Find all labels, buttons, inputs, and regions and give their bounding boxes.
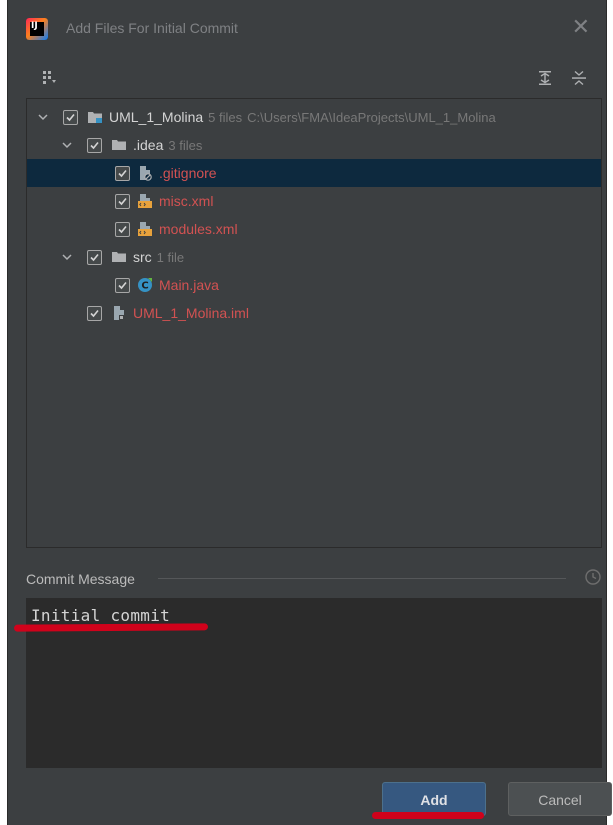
gitignore-label: .gitignore: [159, 165, 217, 181]
gitignore-file-icon: [140, 166, 152, 181]
iml-label: UML_1_Molina.iml: [133, 305, 249, 321]
cancel-button[interactable]: Cancel: [508, 782, 612, 816]
misc-xml-label: misc.xml: [159, 193, 214, 209]
dialog-title: Add Files For Initial Commit: [66, 20, 238, 36]
iml-checkbox[interactable]: [87, 306, 102, 321]
tree-row-modules-xml[interactable]: modules.xml: [27, 215, 601, 243]
chevron-down-icon[interactable]: [61, 139, 73, 151]
root-path: C:\Users\FMA\IdeaProjects\UML_1_Molina: [247, 110, 496, 125]
expand-all-icon[interactable]: [536, 69, 554, 87]
changes-tree[interactable]: UML_1_Molina 5 files C:\Users\FMA\IdeaProj…: [26, 98, 602, 548]
src-checkbox[interactable]: [87, 250, 102, 265]
main-java-checkbox[interactable]: [115, 278, 130, 293]
tree-toolbar: [8, 66, 606, 94]
close-icon[interactable]: ✕: [572, 14, 590, 40]
root-checkbox[interactable]: [63, 110, 78, 125]
intellij-idea-icon: IJ: [26, 18, 48, 40]
project-folder-icon: [88, 112, 102, 123]
root-file-count: 5 files: [208, 110, 243, 125]
title-bar: IJ Add Files For Initial Commit ✕: [8, 0, 606, 60]
svg-text:C: C: [141, 281, 148, 292]
src-file-count: 1 file: [156, 250, 185, 265]
add-files-dialog: IJ Add Files For Initial Commit ✕ UML_1_…: [7, 0, 612, 825]
tree-row-iml[interactable]: UML_1_Molina.iml: [27, 299, 601, 327]
idea-checkbox[interactable]: [87, 138, 102, 153]
tree-row-src[interactable]: src 1 file: [27, 243, 601, 271]
modules-xml-label: modules.xml: [159, 221, 238, 237]
tree-row-gitignore[interactable]: .gitignore: [27, 159, 601, 187]
root-label: UML_1_Molina 5 files C:\Users\FMA\IdeaProj…: [109, 109, 496, 125]
iml-file-icon: [114, 306, 124, 320]
annotation-underline-commit: [13, 623, 209, 632]
commit-message-header: Commit Message: [26, 566, 602, 592]
gitignore-checkbox[interactable]: [115, 166, 130, 181]
chevron-down-icon[interactable]: [37, 111, 49, 123]
folder-icon: [112, 252, 126, 262]
java-class-icon: C: [138, 278, 152, 292]
src-label: src 1 file: [133, 249, 185, 265]
group-by-icon[interactable]: [42, 70, 58, 86]
misc-xml-checkbox[interactable]: [115, 194, 130, 209]
tree-row-main-java[interactable]: C Main.java: [27, 271, 601, 299]
tree-row-misc-xml[interactable]: misc.xml: [27, 187, 601, 215]
idea-file-count: 3 files: [168, 138, 203, 153]
tree-row-idea[interactable]: .idea 3 files: [27, 131, 601, 159]
modules-xml-checkbox[interactable]: [115, 222, 130, 237]
xml-file-icon: [138, 222, 152, 236]
separator-line: [158, 578, 566, 579]
collapse-all-icon[interactable]: [570, 69, 588, 87]
commit-message-text: Initial commit: [31, 606, 171, 625]
main-java-label: Main.java: [159, 277, 219, 293]
xml-file-icon: [138, 194, 152, 208]
add-button[interactable]: Add: [382, 782, 486, 816]
folder-icon: [112, 140, 126, 150]
commit-message-label: Commit Message: [26, 571, 135, 587]
history-icon[interactable]: [584, 568, 602, 586]
idea-label: .idea 3 files: [133, 137, 203, 153]
tree-row-root[interactable]: UML_1_Molina 5 files C:\Users\FMA\IdeaProj…: [27, 103, 601, 131]
annotation-underline-add: [372, 812, 484, 819]
chevron-down-icon[interactable]: [61, 251, 73, 263]
